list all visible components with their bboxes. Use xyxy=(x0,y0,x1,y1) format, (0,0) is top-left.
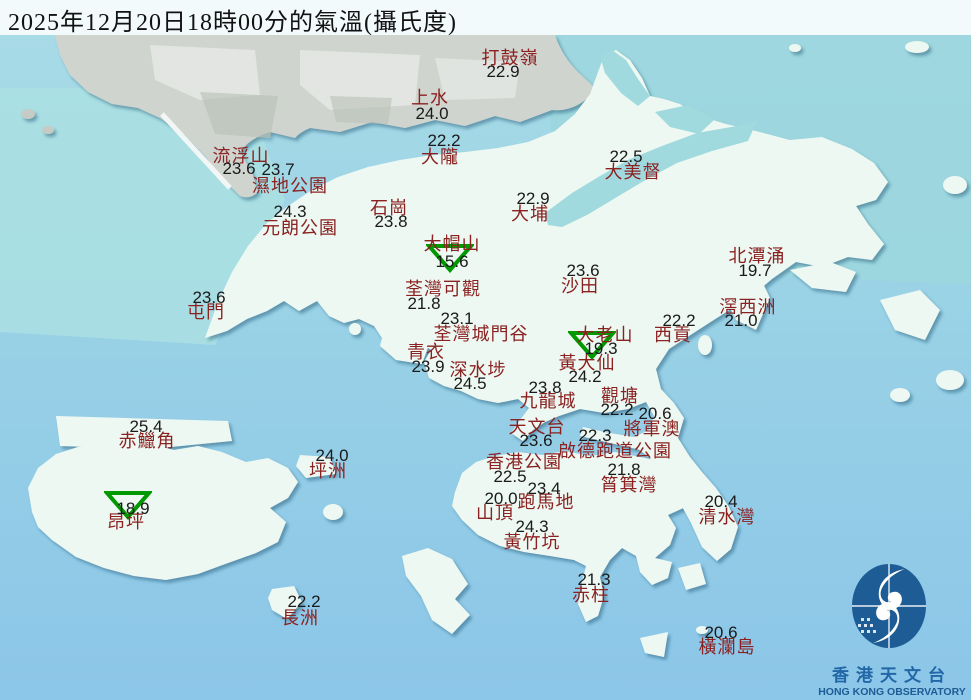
station-temp-label: 23.8 xyxy=(374,212,407,232)
station-temp-label: 19.7 xyxy=(738,261,771,281)
station-temp-label: 15.6 xyxy=(435,252,468,272)
station-temp-label: 22.5 xyxy=(609,147,642,167)
station-temp-label: 21.0 xyxy=(724,311,757,331)
station-temp-label: 23.7 xyxy=(261,160,294,180)
station-temp-label: 22.9 xyxy=(486,62,519,82)
station-temp-label: 23.6 xyxy=(566,261,599,281)
ma-wan-island xyxy=(349,323,361,335)
station-temp-label: 24.3 xyxy=(273,202,306,222)
title-bar: 2025年12月20日18時00分的氣溫(攝氏度) xyxy=(0,0,971,35)
station-temp-label: 21.3 xyxy=(577,570,610,590)
station-temp-label: 22.2 xyxy=(600,400,633,420)
temperature-map-screen: 2025年12月20日18時00分的氣溫(攝氏度) 打鼓嶺22.9上水24.0大… xyxy=(0,0,971,700)
station-temp-label: 22.5 xyxy=(493,467,526,487)
hko-logo-chinese: 香港天文台 xyxy=(817,661,967,686)
station-temp-label: 24.3 xyxy=(515,517,548,537)
station-temp-label: 19.3 xyxy=(584,339,617,359)
station-temp-label: 23.4 xyxy=(527,479,560,499)
east-islet-1 xyxy=(936,370,964,390)
ne-islet-1 xyxy=(905,41,929,53)
station-temp-label: 21.8 xyxy=(407,294,440,314)
station-temp-label: 22.9 xyxy=(516,189,549,209)
page-title: 2025年12月20日18時00分的氣溫(攝氏度) xyxy=(8,2,457,37)
ne-islet-3 xyxy=(943,176,967,194)
station-temp-label: 24.0 xyxy=(415,104,448,124)
sharp-island xyxy=(698,335,712,355)
station-temp-label: 23.1 xyxy=(440,309,473,329)
station-temp-label: 18.9 xyxy=(116,499,149,519)
hko-logo: 香港天文台 HONG KONG OBSERVATORY xyxy=(817,562,967,698)
station-temp-label: 23.6 xyxy=(192,288,225,308)
station-temp-label: 23.6 xyxy=(222,159,255,179)
ne-islet-2 xyxy=(789,44,801,52)
station-temp-label: 23.6 xyxy=(519,431,552,451)
station-temp-label: 23.9 xyxy=(411,357,444,377)
station-temp-label: 22.2 xyxy=(427,131,460,151)
station-temp-label: 20.4 xyxy=(704,492,737,512)
station-temp-label: 24.5 xyxy=(453,374,486,394)
station-temp-label: 20.6 xyxy=(638,404,671,424)
station-temp-label: 23.8 xyxy=(528,378,561,398)
station-temp-label: 24.2 xyxy=(568,367,601,387)
hko-logo-english: HONG KONG OBSERVATORY xyxy=(817,686,967,698)
station-temp-label: 22.2 xyxy=(662,311,695,331)
hko-logo-icon xyxy=(817,562,967,654)
station-temp-label: 22.3 xyxy=(578,426,611,446)
station-temp-label: 20.0 xyxy=(484,489,517,509)
station-temp-label: 24.0 xyxy=(315,446,348,466)
station-temp-label: 22.2 xyxy=(287,592,320,612)
station-temp-label: 21.8 xyxy=(607,460,640,480)
hei-ling-chau-island xyxy=(323,504,343,520)
east-islet-2 xyxy=(890,388,910,402)
station-temp-label: 20.6 xyxy=(704,623,737,643)
station-temp-label: 25.4 xyxy=(129,417,162,437)
